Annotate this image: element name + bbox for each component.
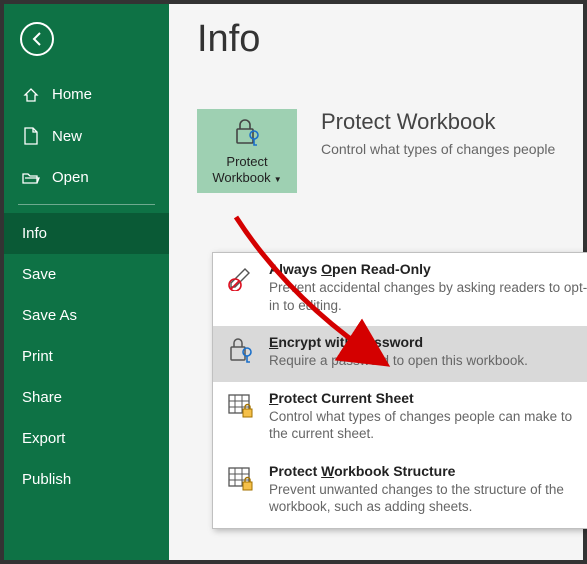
home-icon bbox=[22, 87, 40, 103]
main-pane: Info Protect Workbook▼ Protect Wor bbox=[169, 4, 583, 560]
sidebar-item-label: Save As bbox=[22, 307, 77, 324]
sidebar-item-label: Print bbox=[22, 348, 53, 365]
sidebar-item-label: Home bbox=[52, 86, 92, 103]
protect-btn-line1: Protect bbox=[226, 154, 267, 169]
sidebar-item-export[interactable]: Export bbox=[4, 418, 169, 459]
sidebar-item-label: Open bbox=[52, 169, 89, 186]
sidebar-item-open[interactable]: Open bbox=[4, 157, 169, 198]
menu-item-title: Encrypt with Password bbox=[269, 334, 423, 350]
sidebar-item-publish[interactable]: Publish bbox=[4, 459, 169, 500]
lock-key-icon bbox=[232, 117, 262, 151]
menu-item-title: Protect Current Sheet bbox=[269, 390, 414, 406]
menu-item-open-read-only[interactable]: Always Open Read-Only Prevent accidental… bbox=[213, 253, 587, 326]
sidebar-item-print[interactable]: Print bbox=[4, 336, 169, 377]
sidebar-item-label: Export bbox=[22, 430, 65, 447]
sidebar-item-label: Publish bbox=[22, 471, 71, 488]
backstage-sidebar: Home New Open Info Save Save As Print bbox=[4, 4, 169, 560]
menu-item-desc: Control what types of changes people can… bbox=[269, 408, 587, 443]
chevron-down-icon: ▼ bbox=[274, 175, 282, 184]
sidebar-item-label: Share bbox=[22, 389, 62, 406]
protect-workbook-menu: Always Open Read-Only Prevent accidental… bbox=[212, 252, 587, 529]
protect-section-heading: Protect Workbook bbox=[321, 109, 555, 135]
sidebar-item-home[interactable]: Home bbox=[4, 74, 169, 115]
menu-item-title: Always Open Read-Only bbox=[269, 261, 431, 277]
sidebar-item-label: Info bbox=[22, 225, 47, 242]
pencil-forbidden-icon bbox=[225, 261, 257, 314]
workbook-lock-icon bbox=[225, 463, 257, 516]
menu-item-protect-structure[interactable]: Protect Workbook Structure Prevent unwan… bbox=[213, 455, 587, 528]
page-title: Info bbox=[197, 18, 559, 61]
sidebar-item-label: Save bbox=[22, 266, 56, 283]
lock-key-icon bbox=[225, 334, 257, 370]
menu-item-protect-sheet[interactable]: Protect Current Sheet Control what types… bbox=[213, 382, 587, 455]
sidebar-divider bbox=[18, 204, 155, 205]
back-button[interactable] bbox=[20, 22, 54, 56]
menu-item-desc: Prevent unwanted changes to the structur… bbox=[269, 481, 587, 516]
arrow-left-icon bbox=[29, 31, 45, 47]
sheet-lock-icon bbox=[225, 390, 257, 443]
sidebar-item-share[interactable]: Share bbox=[4, 377, 169, 418]
new-doc-icon bbox=[22, 127, 40, 145]
protect-workbook-button[interactable]: Protect Workbook ▼ bbox=[197, 109, 297, 193]
sidebar-item-label: New bbox=[52, 128, 82, 145]
sidebar-item-save-as[interactable]: Save As bbox=[4, 295, 169, 336]
sidebar-item-info[interactable]: Info bbox=[4, 213, 169, 254]
menu-item-title: Protect Workbook Structure bbox=[269, 463, 455, 479]
sidebar-item-new[interactable]: New bbox=[4, 115, 169, 157]
menu-item-desc: Require a password to open this workbook… bbox=[269, 352, 528, 370]
protect-section-desc: Control what types of changes people bbox=[321, 141, 555, 157]
menu-item-encrypt-password[interactable]: Encrypt with Password Require a password… bbox=[213, 326, 587, 382]
protect-btn-line2: Workbook bbox=[212, 170, 270, 185]
menu-item-desc: Prevent accidental changes by asking rea… bbox=[269, 279, 587, 314]
sidebar-item-save[interactable]: Save bbox=[4, 254, 169, 295]
folder-open-icon bbox=[22, 171, 40, 185]
